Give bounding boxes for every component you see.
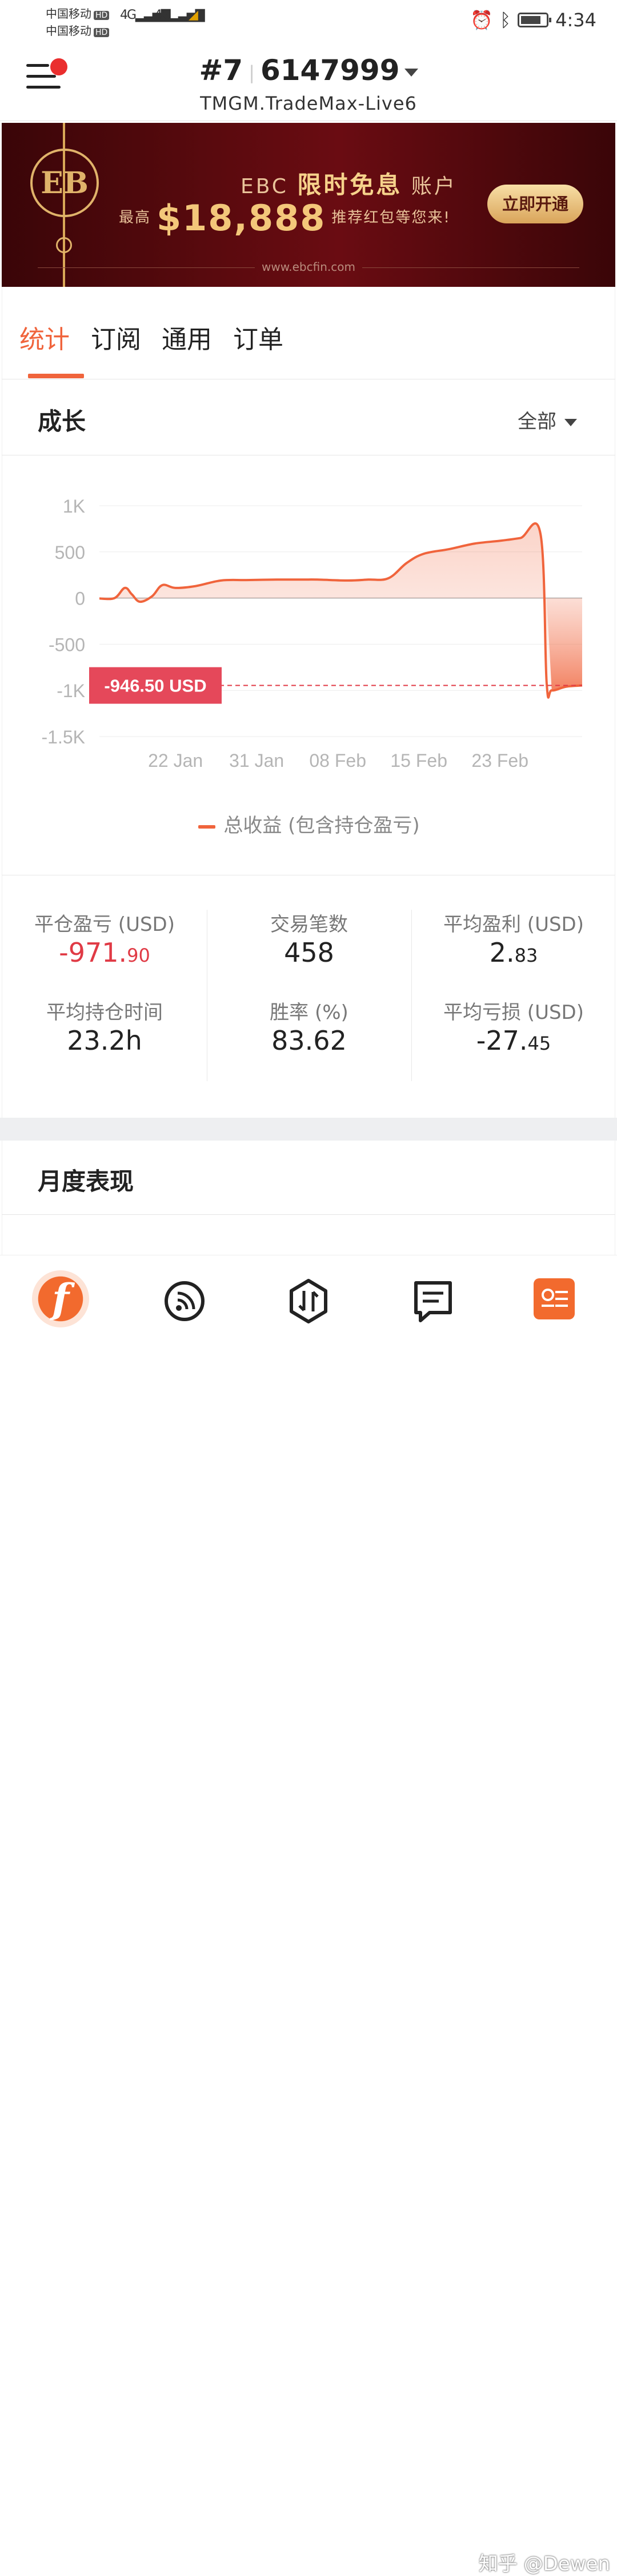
ebc-logo: EB [30, 149, 99, 217]
x-tick-label: 23 Feb [471, 750, 528, 771]
growth-title: 成长 [38, 407, 86, 435]
stat-value-avg-loss: -27.45 [476, 1025, 551, 1056]
trade-icon[interactable] [280, 1273, 337, 1330]
stat-value-avg-hold: 23.2h [67, 1025, 142, 1056]
clock: 4:34 [555, 9, 596, 31]
legend-swatch [198, 825, 216, 829]
logo-text: EB [41, 165, 89, 201]
tab-statistics[interactable]: 统计 [19, 319, 70, 355]
x-tick-label: 31 Jan [229, 750, 284, 771]
section-separator [0, 1118, 617, 1141]
stat-value-avg-profit: 2.83 [489, 937, 538, 968]
tab-indicator [28, 374, 84, 378]
y-tick-label: -500 [49, 634, 85, 655]
banner-amount: $18,888 [157, 197, 326, 239]
stat-label-avg-profit: 平均盈利 (USD) [443, 913, 584, 936]
y-tick-label: -1K [57, 681, 85, 701]
x-tick-label: 08 Feb [309, 750, 366, 771]
series-area-negative [546, 598, 582, 691]
stat-label-win-rate: 胜率 (%) [270, 1001, 348, 1024]
account-number: 6147999 [260, 54, 400, 87]
monthly-header: 月度表现 [2, 1141, 615, 1215]
chevron-down-icon [404, 68, 418, 77]
y-tick-label: 1K [63, 496, 85, 517]
stat-column-2: 交易笔数 458 胜率 (%) 83.62 [207, 909, 411, 1059]
monthly-content [2, 1215, 615, 1255]
y-tick-label: -1.5K [42, 727, 85, 747]
tab-orders[interactable]: 订单 [233, 319, 283, 355]
account-index: #7 [199, 54, 243, 87]
tab-subscribe[interactable]: 订阅 [91, 319, 141, 355]
range-select[interactable]: 全部 [518, 406, 577, 434]
growth-chart: 1K 500 0 -500 -1K -1.5K 22 Jan 31 Jan 08 Feb 15 F… [2, 455, 615, 875]
monthly-title: 月度表现 [38, 1167, 134, 1195]
stat-value-trades: 458 [284, 937, 334, 968]
promo-banner[interactable]: EB EBC 限时免息 账户 最高 $18,888 推荐红包等您来! 立即开通 ww… [2, 123, 615, 287]
open-account-button[interactable]: 立即开通 [487, 185, 583, 223]
home-icon[interactable]: f [32, 1270, 89, 1327]
stat-label-avg-hold: 平均持仓时间 [46, 1001, 163, 1024]
app-header: #7 | 6147999 TMGM.TradeMax-Live6 [0, 43, 617, 121]
x-tick-label: 22 Jan [148, 750, 203, 771]
account-server: TMGM.TradeMax-Live6 [200, 93, 417, 114]
hd-badge: HD [94, 28, 110, 37]
stat-value-closed-pnl: -971.90 [59, 937, 150, 968]
tab-bar: 统计 订阅 通用 订单 [2, 287, 615, 379]
stat-label-avg-loss: 平均亏损 (USD) [443, 1001, 584, 1024]
bluetooth-icon: ᛒ [499, 9, 511, 31]
carrier-1: 中国移动 HD [46, 5, 110, 21]
message-icon[interactable] [404, 1273, 462, 1330]
chevron-down-icon [564, 419, 577, 426]
stat-value-win-rate: 83.62 [271, 1025, 347, 1056]
banner-subline: 最高 $18,888 推荐红包等您来! [119, 197, 451, 239]
carrier-2: 中国移动 HD [46, 22, 110, 38]
tab-general[interactable]: 通用 [162, 319, 212, 355]
hd-badge: HD [94, 11, 110, 20]
stat-label-closed-pnl: 平仓盈亏 (USD) [34, 913, 175, 936]
banner-url: www.ebcfin.com [2, 260, 615, 274]
watermark: 知乎 @Dewen [478, 2553, 610, 2575]
status-right: ⏰ ᛒ 4:34 [470, 9, 596, 31]
growth-header: 成长 全部 [2, 379, 615, 455]
bottom-nav: f 知乎 @Dewen [0, 1255, 617, 2575]
y-tick-label: 500 [55, 542, 85, 563]
stat-column-1: 平仓盈亏 (USD) -971.90 平均持仓时间 23.2h [2, 909, 207, 1059]
account-switcher[interactable]: #7 | 6147999 [0, 54, 617, 87]
alarm-icon: ⏰ [470, 9, 493, 31]
status-bar: 中国移动 HD 中国移动 HD 4G▂▃▅▇ 4G▂▃▅▇ ◢ ⏰ ᛒ 4:34 [0, 0, 617, 43]
stat-label-trades: 交易笔数 [270, 913, 348, 936]
legend-label: 总收益 (包含持仓盈亏) [223, 814, 420, 837]
feed-icon[interactable] [156, 1273, 213, 1330]
banner-headline: EBC 限时免息 账户 [241, 171, 457, 199]
stats-panel: 平仓盈亏 (USD) -971.90 平均持仓时间 23.2h 交易笔数 458… [2, 875, 615, 1118]
wifi-icon: ◢ [189, 8, 198, 22]
chart-legend[interactable]: 总收益 (包含持仓盈亏) [2, 810, 616, 838]
knot-icon [56, 237, 72, 253]
profile-icon[interactable] [534, 1278, 575, 1319]
battery-icon [518, 13, 552, 27]
y-tick-label: 0 [75, 589, 85, 609]
x-tick-label: 15 Feb [390, 750, 447, 771]
stat-column-3: 平均盈利 (USD) 2.83 平均亏损 (USD) -27.45 [411, 909, 616, 1059]
current-value-label: -946.50 USD [104, 676, 206, 696]
